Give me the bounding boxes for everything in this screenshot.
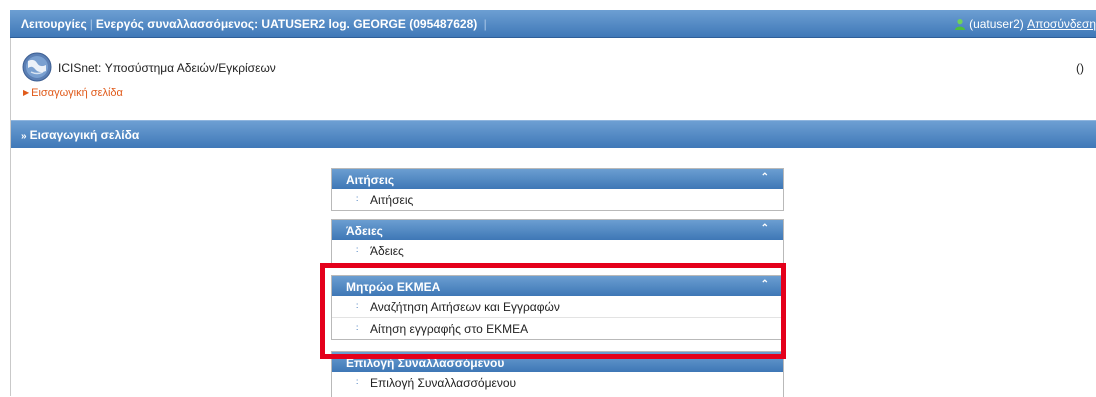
app-count: () (1076, 61, 1084, 75)
app-title: ICISnet: Υποσύστημα Αδειών/Εγκρίσεων (58, 61, 276, 75)
top-bar-left: Λειτουργίες | Ενεργός συναλλασσόμενος: UAT… (21, 17, 490, 31)
menu-label[interactable]: Λειτουργίες (21, 17, 87, 31)
logout-link[interactable]: Αποσύνδεση (1027, 17, 1096, 31)
menu-item-label: Αιτήσεις (370, 193, 414, 207)
collapse-chevron-icon[interactable]: ⌃ (761, 172, 769, 183)
menu-item[interactable]: ∶ Άδειες (332, 240, 783, 261)
panel-title: Αιτήσεις (346, 173, 395, 187)
panel-aitiseis: Αιτήσεις ⌃ ∶ Αιτήσεις (331, 168, 784, 211)
section-title: » Εισαγωγική σελίδα (21, 128, 139, 142)
home-link-label: Εισαγωγική σελίδα (31, 87, 123, 99)
top-bar: Λειτουργίες | Ενεργός συναλλασσόμενος: UAT… (10, 10, 1096, 38)
home-breadcrumb-link[interactable]: ▶ Εισαγωγική σελίδα (23, 87, 123, 99)
double-chevron-icon: » (21, 131, 27, 142)
active-user-text: Ενεργός συναλλασσόμενος: UATUSER2 log. G… (95, 17, 478, 31)
menu-item-label: Άδειες (370, 244, 404, 258)
panel-title: Άδειες (346, 224, 383, 238)
separator: | (480, 17, 487, 31)
collapse-chevron-icon[interactable]: ⌃ (761, 223, 769, 234)
panel-header[interactable]: Αιτήσεις ⌃ (332, 169, 783, 189)
highlight-box (320, 263, 786, 359)
separator: | (89, 17, 93, 31)
globe-logo-icon (22, 52, 52, 82)
menu-item[interactable]: ∶ Αιτήσεις (332, 189, 783, 210)
bullet-icon: ∶ (356, 194, 359, 204)
panel-header[interactable]: Άδειες ⌃ (332, 220, 783, 240)
username: (uatuser2) (969, 17, 1024, 31)
bullet-icon: ∶ (356, 245, 359, 255)
panel-adeies: Άδειες ⌃ ∶ Άδειες (331, 219, 784, 264)
bullet-icon: ∶ (356, 377, 359, 387)
triangle-right-icon: ▶ (23, 88, 30, 97)
user-icon (955, 19, 966, 30)
menu-item[interactable]: ∶ Επιλογή Συναλλασσόμενου (332, 372, 783, 393)
section-header-bar: » Εισαγωγική σελίδα (11, 120, 1096, 148)
top-bar-right: (uatuser2) Αποσύνδεση (954, 17, 1096, 31)
menu-item-label: Επιλογή Συναλλασσόμενου (370, 376, 517, 390)
section-title-label: Εισαγωγική σελίδα (29, 128, 140, 142)
